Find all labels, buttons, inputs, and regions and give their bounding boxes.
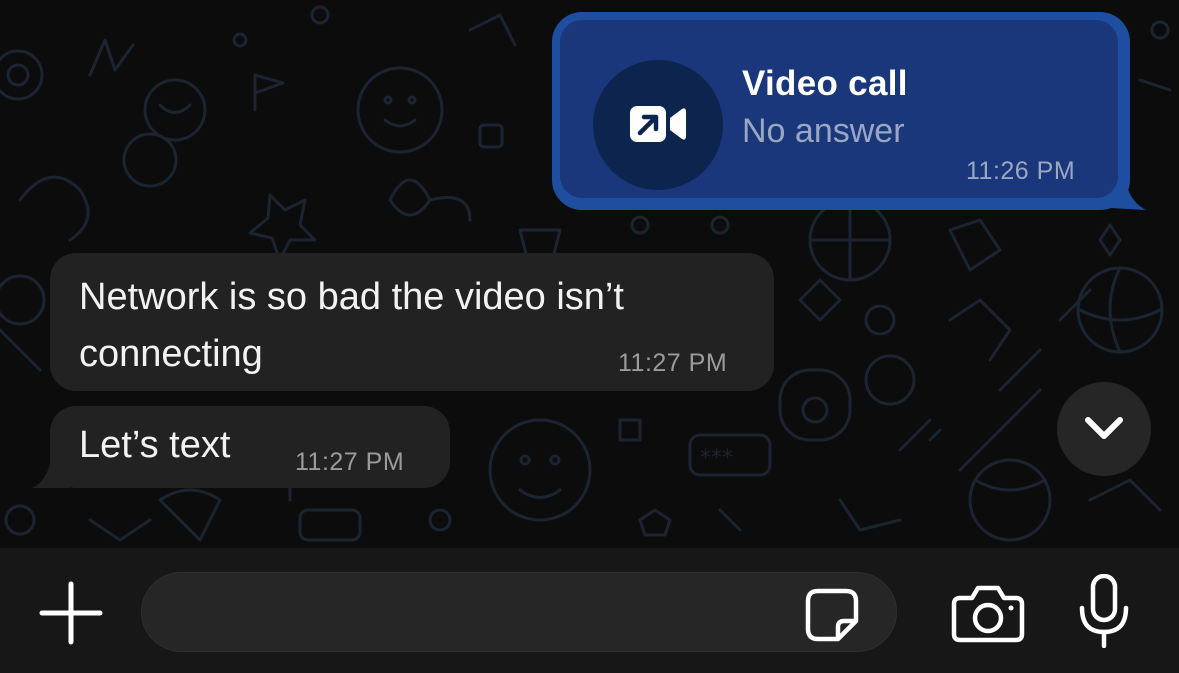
sticker-icon[interactable] [804, 587, 860, 643]
video-call-icon-badge [593, 60, 723, 190]
chevron-down-icon [1085, 417, 1123, 439]
message-timestamp: 11:26 PM [966, 157, 1076, 185]
plus-icon[interactable] [38, 580, 104, 646]
camera-icon[interactable] [950, 584, 1026, 644]
chat-screen: *** Video call No answer 11:26 PM Networ… [0, 0, 1179, 673]
message-input[interactable] [170, 573, 794, 653]
message-composer [0, 548, 1179, 673]
incoming-message[interactable]: Let’s text 11:27 PM [50, 406, 450, 488]
message-timestamp: 11:27 PM [618, 349, 728, 377]
microphone-icon[interactable] [1078, 574, 1130, 648]
message-input-field[interactable] [141, 572, 897, 653]
video-call-status: No answer [742, 112, 905, 150]
svg-text:***: *** [700, 446, 733, 471]
video-call-outgoing-icon [630, 106, 686, 142]
message-text: Let’s text [79, 424, 231, 466]
video-call-message[interactable]: Video call No answer 11:26 PM [552, 12, 1130, 210]
incoming-message[interactable]: Network is so bad the video isn’t connec… [50, 253, 774, 391]
scroll-to-bottom-button[interactable] [1057, 382, 1151, 476]
message-timestamp: 11:27 PM [295, 448, 405, 476]
video-call-title: Video call [742, 64, 908, 103]
